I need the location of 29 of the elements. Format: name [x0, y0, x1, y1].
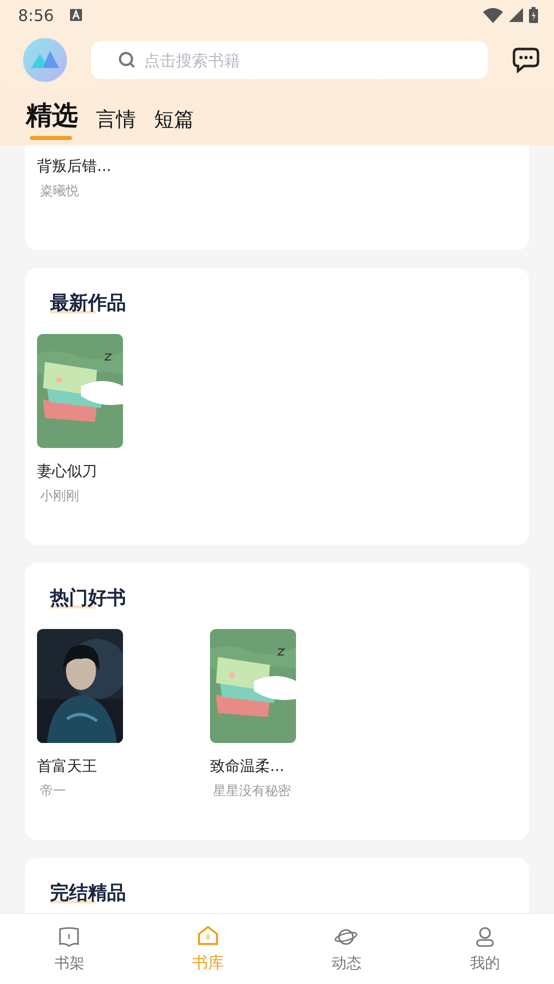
book-title[interactable]: 背叛后错... [37, 157, 112, 176]
home-icon [196, 924, 220, 946]
book-author: 星星没有秘密 [213, 783, 292, 800]
keyboard-icon [70, 9, 82, 21]
logo-icon[interactable] [23, 38, 67, 82]
book-author: 粢曦悦 [40, 183, 80, 200]
nav-tab[interactable]: 书架 [0, 914, 138, 984]
book-author: 帝一 [40, 783, 67, 800]
section-title: 完结精品 [50, 880, 126, 906]
message-icon[interactable] [512, 47, 540, 73]
wifi-icon [483, 8, 503, 22]
section-title: 热门好书 [50, 585, 126, 611]
book-author: 小刚刚 [40, 488, 80, 505]
book-title[interactable]: 首富天王 [37, 757, 123, 776]
nav-tab[interactable]: 我的 [416, 914, 554, 984]
status-time: 8:56 [18, 6, 54, 24]
section-title: 最新作品 [50, 290, 126, 316]
profile-icon [474, 926, 496, 948]
category-tab[interactable]: 言情 [94, 106, 142, 141]
category-tab[interactable]: 短篇 [152, 106, 200, 141]
search-icon [118, 51, 136, 69]
book-title[interactable]: 致命温柔... [210, 757, 296, 776]
book-title[interactable]: 妻心似刀 [37, 462, 123, 481]
signal-icon [509, 8, 523, 22]
search-field[interactable]: 点击搜索书籍 [91, 41, 488, 79]
book-icon [58, 926, 80, 948]
nav-tab[interactable]: 动态 [277, 914, 416, 984]
category-tab[interactable]: 精选 [24, 98, 84, 141]
battery-icon [529, 7, 538, 23]
